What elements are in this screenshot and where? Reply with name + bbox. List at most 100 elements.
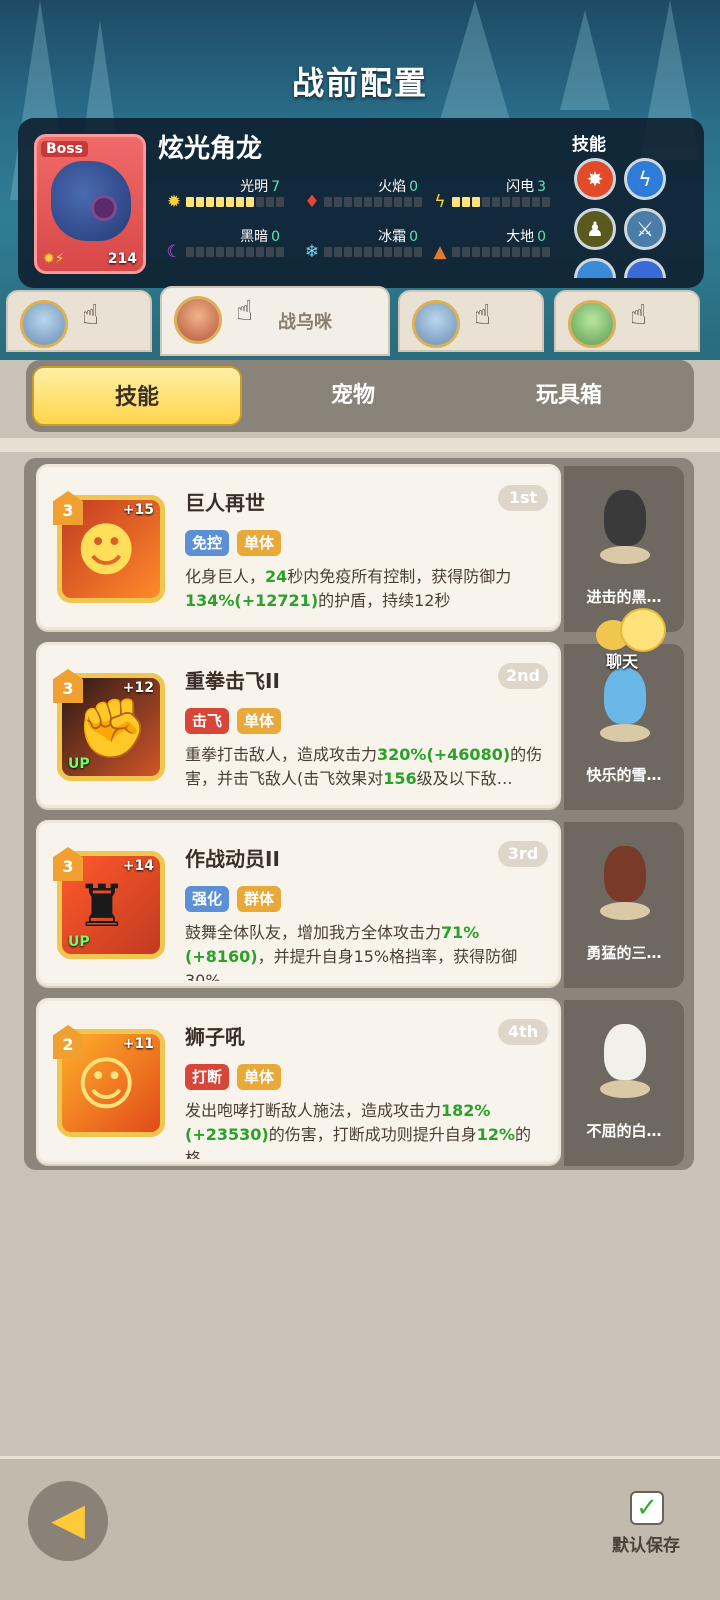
attr-bar-segment xyxy=(354,197,362,207)
attr-bar-segment xyxy=(246,197,254,207)
pet-figure xyxy=(594,662,656,742)
boss-skill-2-icon[interactable]: ϟ xyxy=(624,158,666,200)
tab-skills[interactable]: 技能 xyxy=(32,366,242,426)
pet-name: 进击的黑… xyxy=(586,588,662,606)
sun-icon: ✹ xyxy=(166,192,182,212)
skill-tag: 免控 xyxy=(185,530,230,556)
boss-skill-3-icon[interactable]: ♟ xyxy=(574,208,616,250)
lightning-icon: ϟ xyxy=(434,192,446,212)
attr-bar-segment xyxy=(344,197,352,207)
attr-bar-segment xyxy=(216,247,224,257)
boss-skills-label: 技能 xyxy=(572,135,606,155)
attr-bar-segment xyxy=(522,247,530,257)
skill-tag: 打断 xyxy=(185,1064,230,1090)
skill-title: 重拳击飞II xyxy=(185,669,280,693)
pet-figure xyxy=(594,484,656,564)
skill-tag: 单体 xyxy=(237,708,282,734)
attr-bar-segment xyxy=(196,197,204,207)
attr-bar-segment xyxy=(532,247,540,257)
chat-label: 聊天 xyxy=(606,652,639,671)
attr-bar-segment xyxy=(236,247,244,257)
arrow-left-icon: ◀ xyxy=(51,1494,85,1545)
attr-bar-segment xyxy=(364,247,372,257)
attr-bar-segment xyxy=(334,247,342,257)
attr-bar-segment xyxy=(354,247,362,257)
skill-tag: 单体 xyxy=(237,1064,282,1090)
attr-bar-segment xyxy=(186,197,194,207)
pet-name: 不屈的白… xyxy=(586,1122,662,1140)
attr-bar-segment xyxy=(256,197,264,207)
default-save-label[interactable]: 默认保存 xyxy=(612,1531,680,1556)
skill-title: 作战动员II xyxy=(185,847,280,871)
attr-bar-segment xyxy=(364,197,372,207)
attr-bar-segment xyxy=(384,247,392,257)
attr-bar-segment xyxy=(512,197,520,207)
element-icons: ✹⚡ xyxy=(43,251,65,267)
attr-bar-segment xyxy=(186,247,194,257)
attr-bar-segment xyxy=(472,247,480,257)
attr-bar-segment xyxy=(452,197,460,207)
attr-bar-segment xyxy=(206,197,214,207)
attr-bar-segment xyxy=(414,247,422,257)
attr-bar-segment xyxy=(414,197,422,207)
back-button[interactable]: ◀ xyxy=(28,1481,108,1561)
earth-icon: ▲ xyxy=(433,242,447,262)
pet-figure xyxy=(594,840,656,920)
pet-slot-3[interactable]: 勇猛的三… xyxy=(564,822,684,988)
hero-tab-3[interactable]: ☝ xyxy=(398,290,544,352)
skill-description: 化身巨人，24秒内免疫所有控制，获得防御力134%(+12721)的护盾，持续1… xyxy=(185,567,512,610)
attr-earth: 大地 0 ▲ xyxy=(430,226,550,266)
moon-icon: ☾ xyxy=(166,242,182,262)
attr-dark: 黑暗 0 ☾ xyxy=(164,226,284,266)
skill-description: 发出咆哮打断敌人施法，造成攻击力182%(+23530)的伤害，打断成功则提升自… xyxy=(185,1101,532,1159)
boss-skill-4-icon[interactable]: ⚔ xyxy=(624,208,666,250)
skill-rank: 1st xyxy=(498,485,548,511)
hand-point-icon: ☝ xyxy=(236,294,254,327)
attr-bar-segment xyxy=(216,197,224,207)
hero-tab-4[interactable]: ☝ xyxy=(554,290,700,352)
attr-bar-segment xyxy=(324,247,332,257)
attr-bar-segment xyxy=(404,247,412,257)
attr-bar-segment xyxy=(256,247,264,257)
boss-skill-1-icon[interactable]: ✸ xyxy=(574,158,616,200)
chat-face-icon xyxy=(620,608,666,652)
attr-bar-segment xyxy=(462,197,470,207)
attr-bar-segment xyxy=(532,197,540,207)
boss-name: 炫光角龙 xyxy=(158,134,263,164)
hero-tab-1[interactable]: ☝ xyxy=(6,290,152,352)
attr-light: 光明 7 ✹ xyxy=(164,176,284,216)
attr-bar-segment xyxy=(542,197,550,207)
tab-pets[interactable]: 宠物 xyxy=(248,366,458,426)
hero-avatar xyxy=(174,296,222,344)
skill-list: 进击的黑… ☻ +15 3 巨人再世 1st 免控 单体 化身巨人，24秒内免疫… xyxy=(24,458,694,1170)
boss-portrait[interactable]: Boss ✹⚡ 214 xyxy=(34,134,146,274)
pet-slot-4[interactable]: 不屈的白… xyxy=(564,1000,684,1166)
attr-bar-segment xyxy=(206,247,214,257)
tab-toybox[interactable]: 玩具箱 xyxy=(464,366,674,426)
attr-bar-segment xyxy=(462,247,470,257)
skill-tag: 击飞 xyxy=(185,708,230,734)
skill-tag: 群体 xyxy=(237,886,282,912)
skill-card-2[interactable]: ✊ +12 UP 3 重拳击飞II 2nd 击飞 单体 重拳打击敌人，造成攻击力… xyxy=(36,642,561,808)
checkbox-icon[interactable]: ✓ xyxy=(630,1491,664,1525)
chat-button[interactable]: 聊天 xyxy=(596,608,666,671)
attr-bar-segment xyxy=(266,197,274,207)
attr-bar-segment xyxy=(246,247,254,257)
attr-bar-segment xyxy=(384,197,392,207)
attr-bar-segment xyxy=(502,197,510,207)
attr-bar-segment xyxy=(502,247,510,257)
hero-tab-2[interactable]: ☝ 战乌咪 xyxy=(160,286,390,356)
attr-bar-segment xyxy=(482,247,490,257)
skill-card-1[interactable]: ☻ +15 3 巨人再世 1st 免控 单体 化身巨人，24秒内免疫所有控制，获… xyxy=(36,464,561,630)
hand-point-icon: ☝ xyxy=(474,298,492,331)
hero-avatar xyxy=(412,300,460,348)
attr-lightning: 闪电 3 ϟ xyxy=(430,176,550,216)
fire-icon: ♦ xyxy=(304,192,320,212)
skill-card-3[interactable]: ♜ +14 UP 3 作战动员II 3rd 强化 群体 鼓舞全体队友，增加我方全… xyxy=(36,820,561,986)
skill-tag: 强化 xyxy=(185,886,230,912)
boss-level: 214 xyxy=(107,251,137,267)
skill-card-4[interactable]: ☺ +11 2 狮子吼 4th 打断 单体 发出咆哮打断敌人施法，造成攻击力18… xyxy=(36,998,561,1164)
skill-title: 狮子吼 xyxy=(185,1025,245,1049)
attr-bar-segment xyxy=(492,247,500,257)
pet-figure xyxy=(594,1018,656,1098)
